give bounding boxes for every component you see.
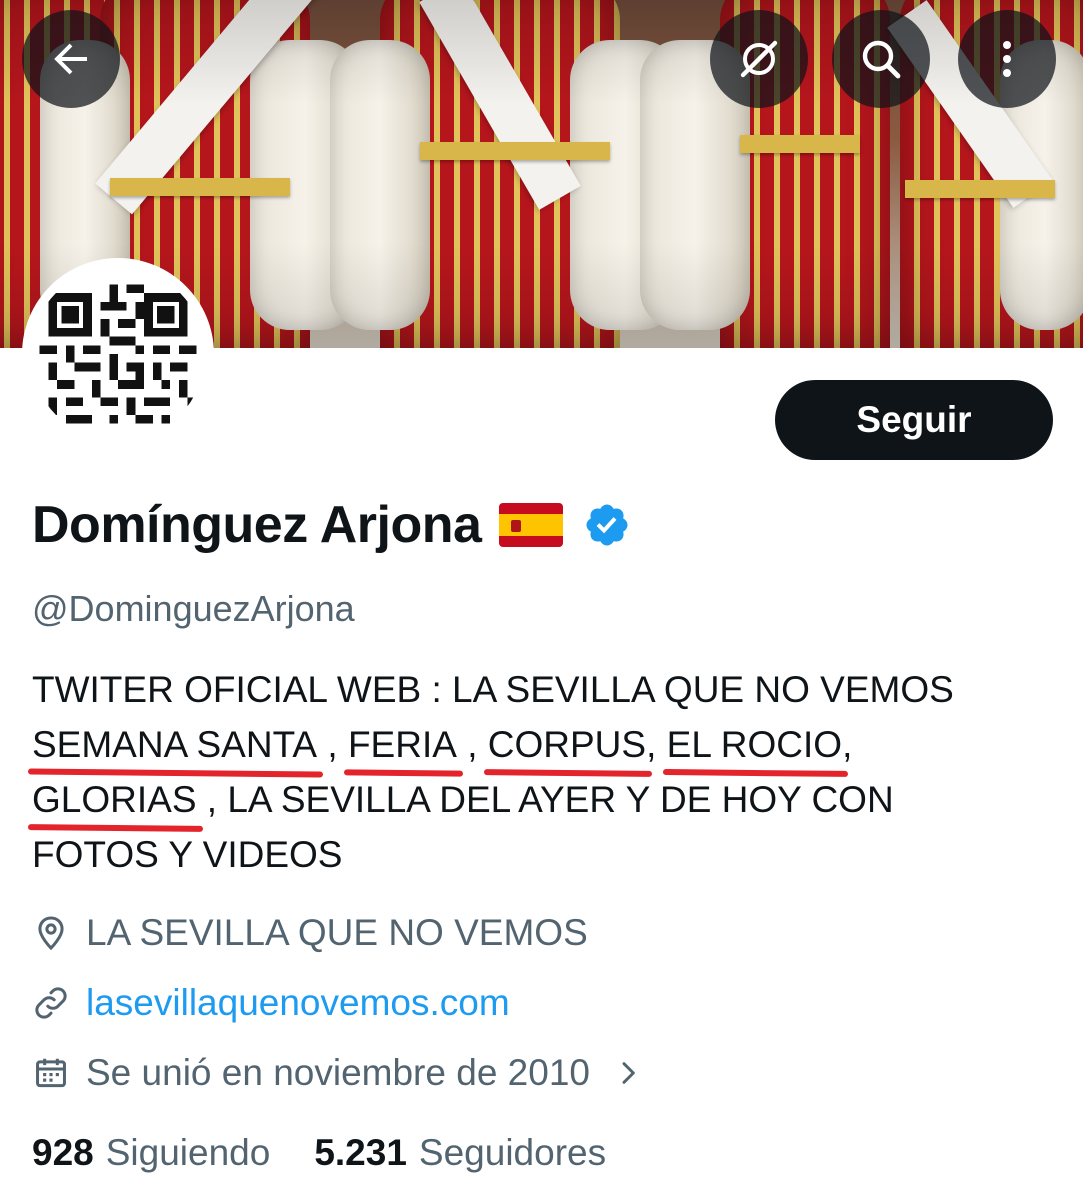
spain-flag-icon: [499, 503, 564, 547]
link-icon: [35, 987, 67, 1019]
bio-highlight: EL ROCIO: [667, 717, 842, 772]
bio-highlight: SEMANA SANTA: [32, 717, 317, 772]
search-icon: [862, 40, 901, 79]
profile-stats: 928 Siguiendo 5.231 Seguidores: [32, 1132, 606, 1174]
chevron-right-icon[interactable]: [612, 1057, 644, 1089]
search-button[interactable]: [832, 10, 930, 108]
avatar[interactable]: [22, 258, 214, 450]
grok-button[interactable]: [710, 10, 808, 108]
verified-badge-icon[interactable]: [583, 501, 631, 549]
arrow-left-icon: [54, 43, 87, 75]
profile-bio: TWITER OFICIAL WEB : LA SEVILLA QUE NO V…: [32, 662, 1032, 882]
location-text: LA SEVILLA QUE NO VEMOS: [86, 912, 588, 953]
followers-label: Seguidores: [418, 1132, 607, 1173]
profile-handle: @DominguezArjona: [32, 588, 355, 629]
following-link[interactable]: 928 Siguiendo: [32, 1132, 270, 1174]
bio-highlight: CORPUS: [488, 717, 646, 772]
joined-text: Se unió en noviembre de 2010: [86, 1052, 590, 1093]
bio-text: , LA SEVILLA DEL AYER Y DE HOY CON: [196, 779, 894, 820]
bio-highlight: FERIA: [348, 717, 457, 772]
bio-line: FOTOS Y VIDEOS: [32, 834, 343, 875]
name-row: Domínguez Arjona: [32, 490, 631, 560]
bio-separator: ,: [646, 724, 667, 765]
profile-joined: Se unió en noviembre de 2010: [32, 1052, 644, 1094]
following-count: 928: [32, 1132, 94, 1173]
bio-line: GLORIAS , LA SEVILLA DEL AYER Y DE HOY C…: [32, 772, 1032, 827]
following-label: Siguiendo: [105, 1132, 271, 1173]
calendar-icon: [36, 1058, 66, 1088]
grok-icon: [740, 40, 778, 78]
bio-separator: ,: [842, 724, 853, 765]
more-vertical-icon: [1003, 41, 1011, 77]
profile-website: lasevillaquenovemos.com: [32, 982, 510, 1024]
bio-line: TWITER OFICIAL WEB : LA SEVILLA QUE NO V…: [32, 669, 954, 710]
follow-button[interactable]: Seguir: [775, 380, 1053, 460]
location-icon: [38, 916, 64, 951]
followers-count: 5.231: [314, 1132, 407, 1173]
bio-separator: ,: [456, 724, 488, 765]
bio-highlight: GLORIAS: [32, 772, 197, 827]
followers-link[interactable]: 5.231 Seguidores: [314, 1132, 606, 1174]
website-link[interactable]: lasevillaquenovemos.com: [86, 982, 510, 1024]
display-name: Domínguez Arjona: [32, 496, 482, 554]
bio-line: SEMANA SANTA , FERIA , CORPUS, EL ROCIO,: [32, 717, 1032, 772]
back-button[interactable]: [22, 10, 120, 108]
avatar-image: [31, 267, 205, 441]
bio-separator: ,: [317, 724, 348, 765]
more-options-button[interactable]: [958, 10, 1056, 108]
profile-location: LA SEVILLA QUE NO VEMOS: [32, 912, 588, 954]
